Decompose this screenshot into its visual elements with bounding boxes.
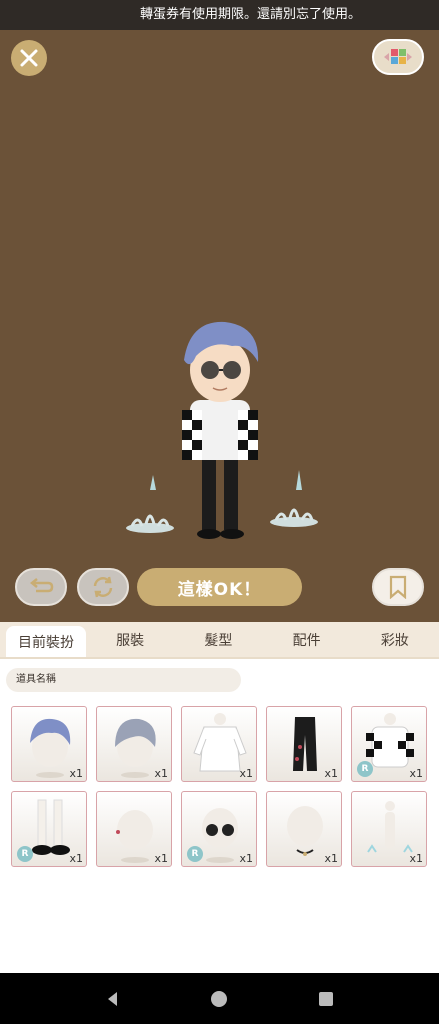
item-name-search[interactable]: 道具名稱 (6, 668, 241, 692)
item-card-white-shirt[interactable]: x1 (181, 706, 257, 782)
notice-banner: 轉蛋券有使用期限。還請別忘了使用。 (0, 0, 439, 30)
splash-right (270, 470, 318, 527)
home-icon[interactable] (209, 989, 229, 1009)
tab-current-outfit[interactable]: 目前裝扮 (6, 626, 86, 657)
item-qty: x1 (69, 767, 83, 780)
undo-icon (29, 578, 54, 593)
item-qty: x1 (324, 852, 338, 865)
item-qty: x1 (154, 852, 168, 865)
undo-button[interactable] (15, 568, 67, 606)
back-icon[interactable] (103, 989, 123, 1009)
item-qty: x1 (409, 852, 423, 865)
screen: 轉蛋券有使用期限。還請別忘了使用。 這樣OK！ 目前裝扮 服裝 髮型 配件 彩妝… (0, 0, 439, 1024)
close-icon (20, 49, 38, 67)
avatar-figure (126, 321, 318, 539)
rare-badge: R (17, 846, 33, 862)
avatar-stage: 這樣OK！ (0, 30, 439, 622)
splash-left (126, 475, 174, 533)
item-card-round-sunglasses[interactable]: R x1 (181, 791, 257, 867)
background-palette-button[interactable] (372, 39, 424, 75)
category-tabs: 目前裝扮 服裝 髮型 配件 彩妝 (0, 622, 439, 659)
item-card-black-pants[interactable]: x1 (266, 706, 342, 782)
palette-icon (384, 49, 412, 64)
item-qty: x1 (239, 767, 253, 780)
save-outfit-button[interactable] (372, 568, 424, 606)
item-card-blue-hair-front[interactable]: x1 (96, 706, 172, 782)
item-qty: x1 (154, 767, 168, 780)
refresh-icon (93, 576, 113, 598)
randomize-button[interactable] (77, 568, 129, 606)
item-qty: x1 (324, 767, 338, 780)
system-nav-bar (0, 973, 439, 1024)
item-card-checkered-jacket[interactable]: R x1 (351, 706, 427, 782)
rare-badge: R (187, 846, 203, 862)
rare-badge: R (357, 761, 373, 777)
item-card-blue-hair-back[interactable]: x1 (11, 706, 87, 782)
item-qty: x1 (69, 852, 83, 865)
item-card-choker-necklace[interactable]: x1 (266, 791, 342, 867)
tab-hairstyle[interactable]: 髮型 (174, 622, 262, 657)
bookmark-icon (389, 575, 407, 599)
confirm-ok-button[interactable]: 這樣OK！ (137, 568, 302, 606)
recents-icon[interactable] (316, 989, 336, 1009)
item-card-sparkle-effect[interactable]: x1 (351, 791, 427, 867)
item-qty: x1 (239, 852, 253, 865)
close-button[interactable] (11, 40, 47, 76)
item-card-socks-shoes[interactable]: R x1 (11, 791, 87, 867)
tab-clothing[interactable]: 服裝 (86, 622, 174, 657)
item-card-ear-piercing[interactable]: x1 (96, 791, 172, 867)
item-qty: x1 (409, 767, 423, 780)
tab-makeup[interactable]: 彩妝 (351, 622, 439, 657)
tab-accessories[interactable]: 配件 (263, 622, 351, 657)
